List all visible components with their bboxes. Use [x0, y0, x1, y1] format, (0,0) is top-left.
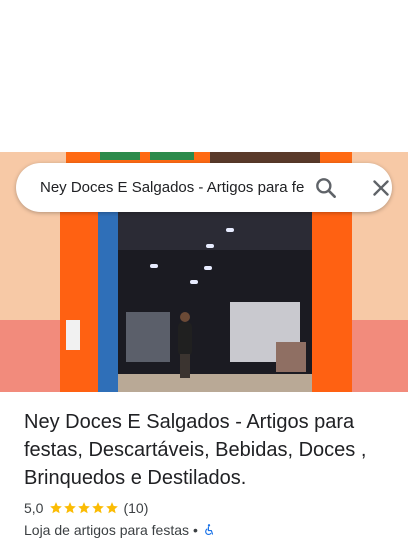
photo-light — [206, 244, 214, 248]
photo-shelf — [276, 342, 306, 372]
review-count[interactable]: (10) — [123, 500, 148, 516]
rating-value: 5,0 — [24, 500, 44, 516]
close-icon — [373, 180, 389, 196]
photo-light — [190, 280, 198, 284]
photo-wall-right-low — [350, 320, 408, 392]
category-row: Loja de artigos para festas • — [24, 521, 216, 539]
search-icon — [316, 178, 336, 198]
photo-shelf — [126, 312, 170, 362]
photo-sign-green — [150, 152, 194, 160]
place-category: Loja de artigos para festas — [24, 522, 189, 538]
close-button[interactable] — [368, 175, 394, 201]
photo-light — [226, 228, 234, 232]
search-button[interactable] — [313, 175, 339, 201]
star-icon — [78, 502, 91, 514]
search-input[interactable]: Ney Doces E Salgados - Artigos para fest… — [40, 163, 304, 212]
star-icon — [106, 502, 119, 514]
separator-dot: • — [193, 522, 198, 538]
blank-header-area — [0, 0, 408, 152]
photo-ceiling — [118, 210, 312, 250]
photo-person-legs — [180, 354, 190, 378]
wheelchair-icon — [205, 524, 213, 536]
star-icon — [50, 502, 63, 514]
photo-pillar-right — [306, 192, 352, 392]
photo-person-body — [178, 322, 192, 356]
photo-sign-green — [100, 152, 140, 160]
star-icon — [64, 502, 77, 514]
search-bar[interactable]: Ney Doces E Salgados - Artigos para fest… — [16, 163, 392, 212]
photo-person-head — [180, 312, 190, 322]
photo-light — [150, 264, 158, 268]
rating-stars — [49, 501, 119, 515]
star-icon — [92, 502, 105, 514]
photo-floor — [118, 374, 312, 392]
rating-row[interactable]: 5,0 (10) — [24, 499, 148, 517]
place-title: Ney Doces E Salgados - Artigos para fest… — [24, 411, 367, 489]
photo-light — [204, 266, 212, 270]
photo-notice — [66, 320, 80, 350]
